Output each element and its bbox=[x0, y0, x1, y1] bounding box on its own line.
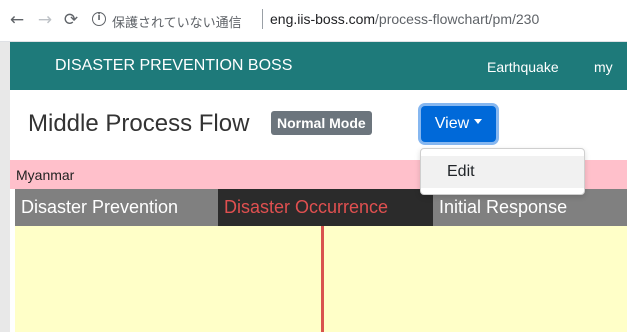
info-icon[interactable]: i bbox=[92, 12, 106, 26]
mode-badge: Normal Mode bbox=[271, 111, 372, 135]
page-title: Middle Process Flow bbox=[28, 110, 250, 137]
url-host: eng.iis-boss.com bbox=[270, 11, 376, 27]
navbar-brand[interactable]: DISASTER PREVENTION BOSS bbox=[55, 57, 292, 75]
security-status-text[interactable]: 保護されていない通信 bbox=[112, 12, 242, 31]
phase-disaster-occurrence: Disaster Occurrence bbox=[218, 189, 433, 226]
url-field[interactable]: eng.iis-boss.com/process-flowchart/pm/23… bbox=[270, 11, 539, 27]
occurrence-timeline-line bbox=[321, 226, 324, 332]
forward-arrow-icon[interactable]: → bbox=[34, 9, 56, 31]
view-dropdown-menu: Edit bbox=[420, 148, 585, 195]
view-button-label: View bbox=[434, 115, 470, 132]
caret-down-icon bbox=[474, 119, 483, 125]
browser-address-bar: ← → ⟳ i 保護されていない通信 eng.iis-boss.com/proc… bbox=[0, 0, 627, 42]
url-path: /process-flowchart/pm/230 bbox=[375, 11, 540, 27]
top-navbar: DISASTER PREVENTION BOSS Earthquake my bbox=[10, 42, 627, 90]
country-label: Myanmar bbox=[16, 167, 75, 183]
reload-icon[interactable]: ⟳ bbox=[60, 9, 82, 31]
phase-disaster-prevention: Disaster Prevention bbox=[15, 189, 218, 226]
page-viewport: DISASTER PREVENTION BOSS Earthquake my M… bbox=[0, 42, 627, 332]
address-separator bbox=[262, 9, 263, 29]
back-arrow-icon[interactable]: ← bbox=[6, 9, 28, 31]
nav-link-earthquake[interactable]: Earthquake bbox=[487, 59, 559, 75]
dropdown-item-edit[interactable]: Edit bbox=[421, 156, 584, 188]
nav-link-my[interactable]: my bbox=[594, 59, 613, 75]
view-dropdown-button[interactable]: View bbox=[421, 106, 496, 142]
